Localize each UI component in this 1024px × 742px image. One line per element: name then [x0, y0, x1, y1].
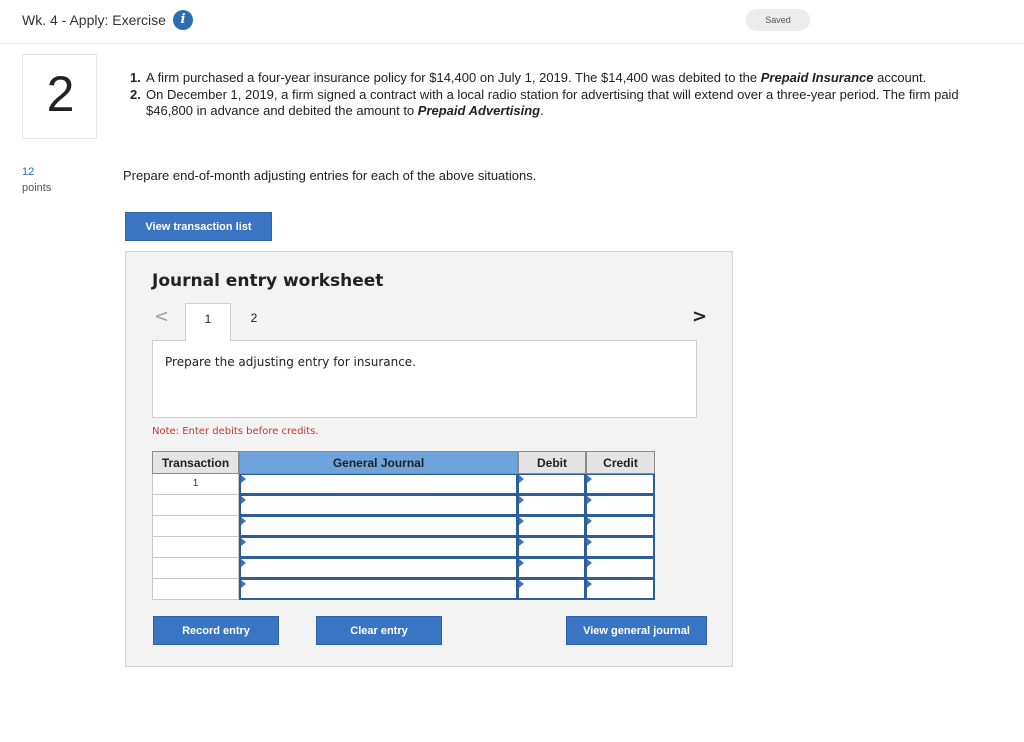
credit-input[interactable] [586, 474, 655, 495]
clear-entry-button[interactable]: Clear entry [316, 616, 442, 645]
tab-1[interactable]: 1 [185, 303, 231, 341]
general-journal-input[interactable] [239, 537, 518, 558]
credit-input[interactable] [586, 579, 655, 600]
dropdown-marker-icon [519, 538, 524, 546]
debit-input[interactable] [518, 558, 586, 579]
table-row [152, 516, 655, 537]
question-number: 2 [46, 66, 75, 122]
dropdown-marker-icon [241, 538, 246, 546]
column-header-credit: Credit [586, 451, 655, 474]
problem-list: 1. A firm purchased a four-year insuranc… [130, 70, 970, 120]
dropdown-marker-icon [587, 517, 592, 525]
column-header-transaction: Transaction [152, 451, 239, 474]
debit-input[interactable] [518, 516, 586, 537]
dropdown-marker-icon [587, 559, 592, 567]
problem-item: 1. A firm purchased a four-year insuranc… [130, 70, 970, 87]
transaction-cell [152, 495, 239, 516]
points-label: points [22, 182, 52, 194]
debit-credit-note: Note: Enter debits before credits. [152, 426, 319, 437]
table-row: 1 [152, 474, 655, 495]
debit-input[interactable] [518, 474, 586, 495]
dropdown-marker-icon [587, 538, 592, 546]
credit-input[interactable] [586, 537, 655, 558]
problem-number: 2. [130, 86, 141, 102]
top-header: Wk. 4 - Apply: Exercise i Saved [0, 0, 1024, 44]
points-value: 12 [22, 166, 35, 178]
dropdown-marker-icon [519, 580, 524, 588]
question-number-box: 2 [22, 54, 97, 139]
dropdown-marker-icon [241, 496, 246, 504]
general-journal-input[interactable] [239, 474, 518, 495]
dropdown-marker-icon [241, 580, 246, 588]
dropdown-marker-icon [519, 517, 524, 525]
chevron-right-icon[interactable]: > [692, 306, 707, 327]
dropdown-marker-icon [519, 559, 524, 567]
credit-input[interactable] [586, 516, 655, 537]
journal-table: Transaction General Journal Debit Credit… [152, 451, 655, 602]
debit-input[interactable] [518, 495, 586, 516]
dropdown-marker-icon [241, 475, 246, 483]
general-journal-input[interactable] [239, 579, 518, 600]
debit-input[interactable] [518, 579, 586, 600]
dropdown-marker-icon [519, 475, 524, 483]
transaction-cell: 1 [152, 474, 239, 495]
general-journal-input[interactable] [239, 495, 518, 516]
problem-text-end: account. [873, 70, 927, 85]
credit-input[interactable] [586, 558, 655, 579]
dropdown-marker-icon [519, 496, 524, 504]
problem-number: 1. [130, 70, 141, 85]
instruction-text: Prepare end-of-month adjusting entries f… [123, 168, 537, 183]
dropdown-marker-icon [241, 559, 246, 567]
view-transaction-list-button[interactable]: View transaction list [125, 212, 272, 241]
problem-item: 2. On December 1, 2019, a firm signed a … [130, 87, 970, 120]
problem-text: On December 1, 2019, a firm signed a con… [146, 86, 959, 119]
info-icon[interactable]: i [173, 10, 193, 30]
table-row [152, 558, 655, 579]
problem-text-end: . [540, 103, 544, 118]
table-row [152, 579, 655, 600]
table-row [152, 495, 655, 516]
general-journal-input[interactable] [239, 558, 518, 579]
problem-emphasis: Prepaid Insurance [760, 70, 874, 85]
debit-input[interactable] [518, 537, 586, 558]
column-header-general-journal: General Journal [239, 451, 518, 474]
tab-2[interactable]: 2 [231, 303, 277, 341]
table-row [152, 537, 655, 558]
assignment-title: Wk. 4 - Apply: Exercise [22, 12, 166, 28]
worksheet-title: Journal entry worksheet [152, 271, 384, 291]
dropdown-marker-icon [587, 496, 592, 504]
journal-entry-worksheet: Journal entry worksheet < 1 2 > Prepare … [125, 251, 733, 667]
entry-prompt-box: Prepare the adjusting entry for insuranc… [152, 340, 697, 418]
chevron-left-icon[interactable]: < [154, 306, 169, 327]
view-general-journal-button[interactable]: View general journal [566, 616, 707, 645]
dropdown-marker-icon [587, 580, 592, 588]
transaction-cell [152, 537, 239, 558]
entry-prompt: Prepare the adjusting entry for insuranc… [165, 355, 417, 369]
saved-status-badge: Saved [746, 9, 810, 31]
problem-emphasis: Prepaid Advertising [417, 103, 541, 118]
dropdown-marker-icon [587, 475, 592, 483]
record-entry-button[interactable]: Record entry [153, 616, 279, 645]
transaction-cell [152, 558, 239, 579]
problem-text: A firm purchased a four-year insurance p… [146, 70, 761, 85]
transaction-cell [152, 516, 239, 537]
column-header-debit: Debit [518, 451, 586, 474]
general-journal-input[interactable] [239, 516, 518, 537]
credit-input[interactable] [586, 495, 655, 516]
dropdown-marker-icon [241, 517, 246, 525]
transaction-cell [152, 579, 239, 600]
